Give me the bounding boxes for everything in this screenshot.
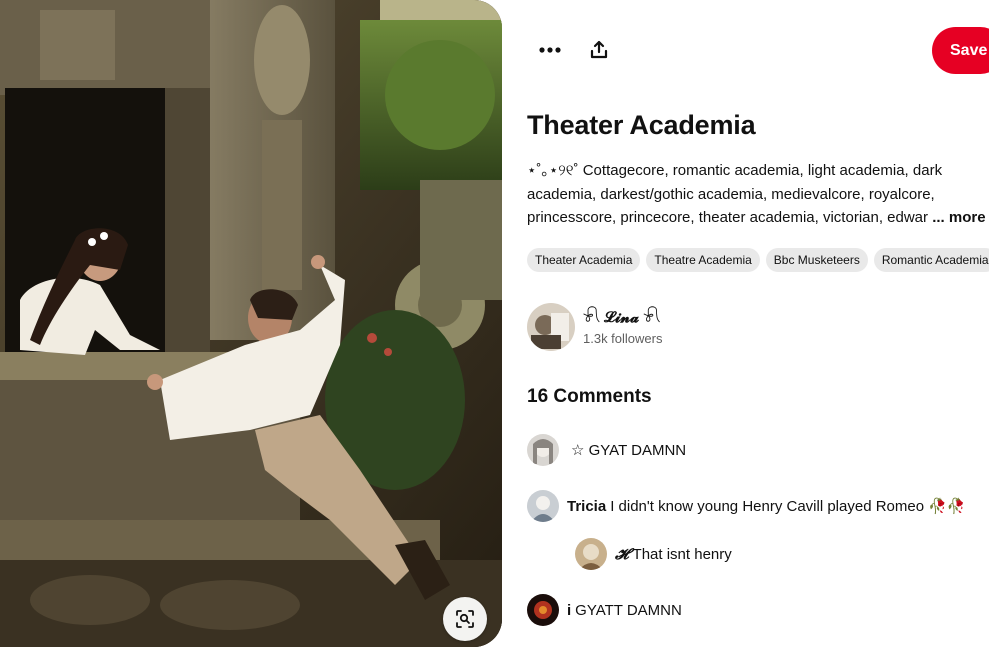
ellipsis-icon	[539, 47, 561, 53]
commenter-avatar-image	[527, 434, 559, 466]
commenter-avatar-image	[527, 490, 559, 522]
pin-description: ⋆˚｡⋆୨୧˚ Cottagecore, romantic academia, …	[527, 159, 989, 230]
pin-artwork	[0, 0, 502, 647]
comment-text: GYATT DAMNN	[575, 601, 682, 619]
creator-name[interactable]: 𓍯 𝓛𝓲𝓷𝓪 𓍯	[583, 309, 662, 327]
tag-chip[interactable]: Bbc Musketeers	[765, 248, 868, 272]
follower-count: 1.3k followers	[583, 330, 663, 346]
creator-card[interactable]: 𓍯 𝓛𝓲𝓷𝓪 𓍯 1.3k followers	[527, 303, 662, 351]
more-options-button[interactable]	[533, 33, 567, 67]
save-button[interactable]: Save	[932, 27, 989, 74]
comment-item: Tricia I didn't know young Henry Cavill …	[527, 490, 966, 522]
tag-chip[interactable]: Romantic Academia	[873, 248, 989, 272]
share-button[interactable]	[582, 33, 616, 67]
comment-username[interactable]: 𝓗	[615, 545, 629, 563]
share-icon	[590, 40, 608, 59]
tag-list: Theater Academia Theatre Academia Bbc Mu…	[527, 248, 989, 272]
commenter-avatar[interactable]	[527, 594, 559, 626]
comment-item: i GYATT DAMNN	[527, 594, 682, 626]
more-link[interactable]: ... more	[932, 209, 985, 226]
comment-reply: 𝓗 That isnt henry	[575, 538, 732, 570]
comments-heading: 16 Comments	[527, 386, 652, 407]
commenter-avatar-image	[575, 538, 607, 570]
comment-username[interactable]: Tricia	[567, 498, 606, 515]
pin-title: Theater Academia	[527, 110, 756, 140]
commenter-avatar[interactable]	[575, 538, 607, 570]
comment-text: ☆ GYAT DAMNN	[571, 442, 687, 459]
creator-avatar-image	[527, 303, 575, 351]
pin-image[interactable]	[0, 0, 502, 647]
pin-description-text: ⋆˚｡⋆୨୧˚ Cottagecore, romantic academia, …	[527, 162, 943, 226]
comment-item: ☆ GYAT DAMNN	[527, 434, 686, 466]
tag-chip[interactable]: Theater Academia	[527, 248, 641, 272]
pin-details-panel: Save Theater Academia ⋆˚｡⋆୨୧˚ Cottagecor…	[502, 0, 989, 647]
commenter-avatar[interactable]	[527, 490, 559, 522]
tag-chip[interactable]: Theatre Academia	[646, 248, 760, 272]
comment-text: That isnt henry	[632, 545, 732, 563]
visual-search-icon	[456, 610, 474, 628]
commenter-avatar-image	[527, 594, 559, 626]
comment-username[interactable]: i	[567, 602, 571, 619]
visual-search-button[interactable]	[443, 597, 487, 641]
creator-avatar[interactable]	[527, 303, 575, 351]
comment-text: I didn't know young Henry Cavill played …	[610, 498, 966, 515]
commenter-avatar[interactable]	[527, 434, 559, 466]
